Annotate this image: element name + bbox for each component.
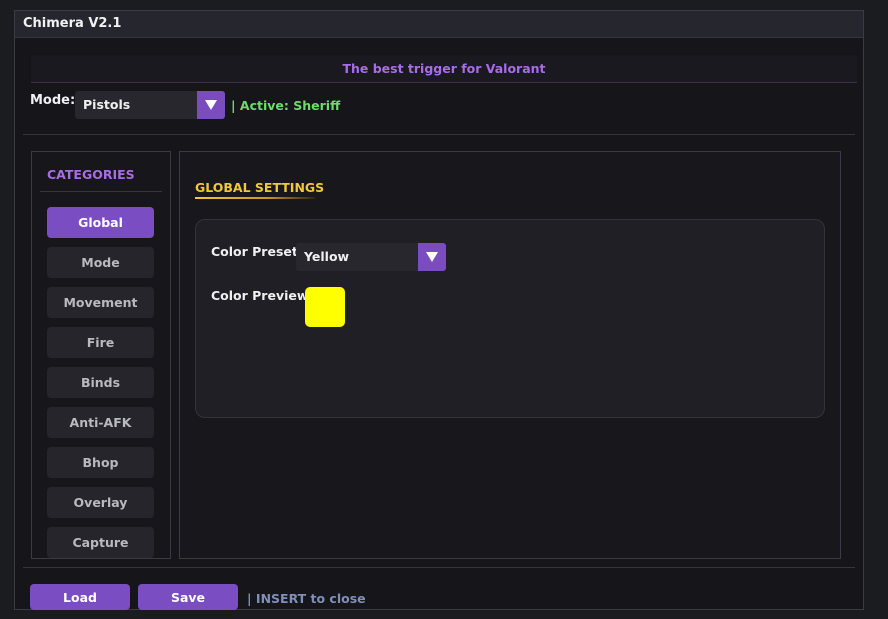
sidebar-item-movement[interactable]: Movement xyxy=(47,287,154,318)
sidebar-item-label: Mode xyxy=(81,255,120,270)
sidebar-item-label: Anti-AFK xyxy=(69,415,132,430)
sidebar-item-capture[interactable]: Capture xyxy=(47,527,154,558)
sidebar-item-fire[interactable]: Fire xyxy=(47,327,154,358)
color-preset-select[interactable]: Yellow xyxy=(296,243,446,271)
banner: The best trigger for Valorant xyxy=(31,55,857,83)
divider xyxy=(23,567,855,568)
tagline: The best trigger for Valorant xyxy=(342,61,546,76)
sidebar-item-label: Global xyxy=(78,215,123,230)
load-button-label: Load xyxy=(63,589,97,605)
mode-label: Mode: xyxy=(30,93,76,108)
sidebar-item-label: Overlay xyxy=(73,495,128,510)
sidebar-item-label: Bhop xyxy=(82,455,119,470)
mode-select-value: Pistols xyxy=(83,97,131,112)
color-preset-label: Color Preset: xyxy=(211,244,303,259)
categories-underline xyxy=(40,191,162,192)
sidebar-item-bhop[interactable]: Bhop xyxy=(47,447,154,478)
save-button[interactable]: Save xyxy=(138,584,238,610)
categories-title: CATEGORIES xyxy=(47,167,135,182)
settings-panel: GLOBAL SETTINGS Color Preset: Yellow Col… xyxy=(179,151,841,559)
color-preview-swatch xyxy=(305,287,345,327)
close-hint: | INSERT to close xyxy=(247,591,366,606)
app-window: Chimera V2.1 The best trigger for Valora… xyxy=(14,10,864,610)
section-title: GLOBAL SETTINGS xyxy=(195,180,325,195)
sidebar-item-anti-afk[interactable]: Anti-AFK xyxy=(47,407,154,438)
categories-sidebar: CATEGORIES Global Mode Movement Fire Bin… xyxy=(31,151,171,559)
mode-select[interactable]: Pistols xyxy=(75,91,225,119)
sidebar-item-global[interactable]: Global xyxy=(47,207,154,238)
divider xyxy=(23,134,855,135)
dropdown-arrow-icon[interactable] xyxy=(418,243,446,271)
sidebar-item-mode[interactable]: Mode xyxy=(47,247,154,278)
active-status: | Active: Sheriff xyxy=(231,98,341,113)
color-preset-value: Yellow xyxy=(304,249,350,264)
settings-card: Color Preset: Yellow Color Preview: xyxy=(195,219,825,418)
window-title: Chimera V2.1 xyxy=(23,16,122,31)
title-bar[interactable]: Chimera V2.1 xyxy=(15,11,863,38)
section-underline xyxy=(195,197,315,199)
load-button[interactable]: Load xyxy=(30,584,130,610)
save-button-label: Save xyxy=(170,589,206,605)
dropdown-arrow-icon[interactable] xyxy=(197,91,225,119)
sidebar-item-label: Fire xyxy=(86,335,115,350)
sidebar-item-label: Capture xyxy=(72,535,129,550)
sidebar-item-binds[interactable]: Binds xyxy=(47,367,154,398)
sidebar-item-overlay[interactable]: Overlay xyxy=(47,487,154,518)
sidebar-item-label: Movement xyxy=(63,295,138,310)
color-preview-label: Color Preview: xyxy=(211,288,314,303)
sidebar-item-label: Binds xyxy=(80,375,121,390)
